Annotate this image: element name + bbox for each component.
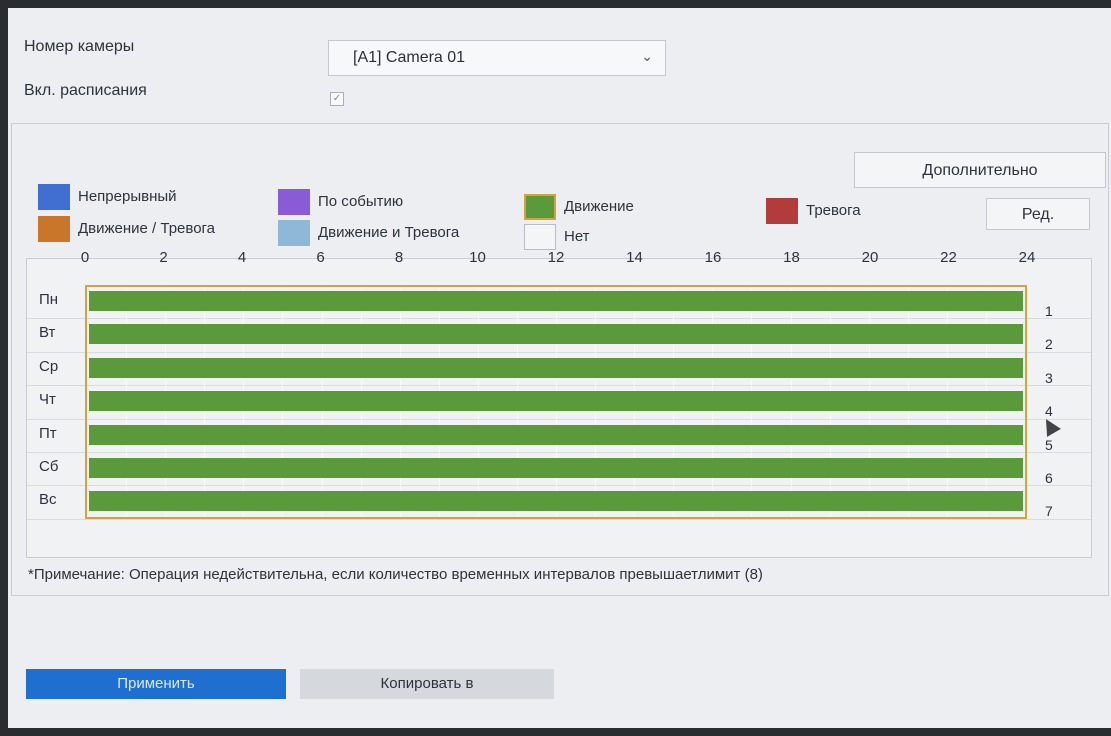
schedule-bar-motion[interactable] <box>89 491 1023 512</box>
schedule-bar-motion[interactable] <box>89 424 1023 445</box>
hour-label: 20 <box>861 249 879 266</box>
day-label: Вс <box>39 491 57 509</box>
legend-swatch <box>278 189 310 215</box>
row-number: 1 <box>1045 303 1053 319</box>
hour-label: 6 <box>316 249 325 266</box>
schedule-bar-motion[interactable] <box>89 291 1023 311</box>
hour-label: 18 <box>783 249 800 266</box>
apply-button[interactable]: Применить <box>26 669 286 699</box>
camera-select[interactable]: [A1] Camera 01 ⌄ <box>328 40 666 76</box>
copy-to-button[interactable]: Копировать в <box>300 669 554 699</box>
legend-swatch <box>38 184 70 210</box>
schedule-bar-motion[interactable] <box>89 391 1023 412</box>
legend-label: Нет <box>564 228 590 245</box>
schedule-enable-label: Вкл. расписания <box>24 82 147 99</box>
legend-label: Движение <box>564 198 634 215</box>
camera-number-label: Номер камеры <box>24 38 135 55</box>
advanced-button[interactable]: Дополнительно <box>854 152 1106 188</box>
day-label: Чт <box>39 391 56 409</box>
row-number: 5 <box>1045 436 1053 453</box>
hour-label: 16 <box>704 249 722 266</box>
hour-label: 0 <box>80 249 90 266</box>
legend-swatch <box>38 216 70 242</box>
schedule-bar-motion[interactable] <box>89 458 1023 478</box>
schedule-screen: Номер камеры [A1] Camera 01 ⌄ Вкл. распи… <box>8 8 1111 728</box>
hour-label: 22 <box>940 249 957 266</box>
legend-label: Непрерывный <box>78 188 177 205</box>
legend-label: По событию <box>318 193 404 210</box>
hour-label: 2 <box>159 249 168 266</box>
row-number: 7 <box>1045 503 1053 520</box>
edit-button[interactable]: Ред. <box>986 198 1090 230</box>
schedule-bar-motion[interactable] <box>89 357 1023 378</box>
day-label: Вт <box>39 324 56 342</box>
hour-label: 8 <box>394 249 404 266</box>
hour-label: 10 <box>469 249 486 266</box>
row-number: 6 <box>1045 470 1053 486</box>
schedule-enable-checkbox[interactable]: ✓ <box>330 92 344 106</box>
day-label: Ср <box>39 357 59 375</box>
hour-label: 12 <box>547 249 565 266</box>
legend-swatch <box>524 224 556 250</box>
day-label: Сб <box>39 458 59 475</box>
row-number: 3 <box>1045 369 1053 386</box>
day-label: Пт <box>39 424 57 442</box>
day-label: Пн <box>39 291 59 308</box>
schedule-bars[interactable] <box>85 285 1027 519</box>
check-icon: ✓ <box>332 93 342 104</box>
schedule-bar-motion[interactable] <box>89 324 1023 345</box>
legend-label: Движение и Тревога <box>318 224 460 241</box>
schedule-grid: 0 2 4 6 8 10 12 14 16 18 20 22 24 Пн Вт Ср Чт Пт Сб Вс 123… <box>26 249 1092 558</box>
legend-swatch <box>766 198 798 224</box>
hour-label: 14 <box>626 249 643 266</box>
legend-swatch <box>278 220 310 246</box>
chevron-down-icon: ⌄ <box>641 48 653 64</box>
camera-select-value: [A1] Camera 01 <box>353 49 466 66</box>
legend-label: Тревога <box>806 202 861 219</box>
legend-label: Движение / Тревога <box>78 220 216 237</box>
legend-swatch <box>524 194 556 220</box>
interval-limit-note: *Примечание: Операция недействительна, е… <box>28 566 763 583</box>
hour-label: 24 <box>1018 249 1036 266</box>
row-number: 2 <box>1045 336 1053 353</box>
hour-label: 4 <box>237 249 247 266</box>
